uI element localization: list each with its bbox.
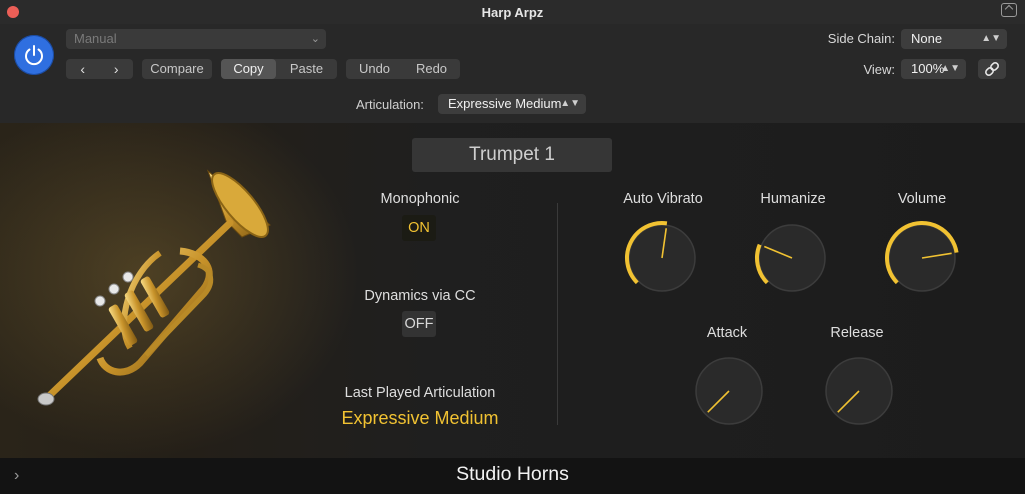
articulation-select[interactable]: Expressive Medium ▲▼ [438, 94, 586, 114]
window-title: Harp Arpz [481, 5, 544, 20]
articulation-value: Expressive Medium [448, 96, 562, 111]
dynamics-toggle[interactable]: OFF [402, 311, 436, 337]
undo-redo-group: Undo Redo [346, 59, 460, 79]
compare-button[interactable]: Compare [142, 59, 212, 79]
trumpet-icon [37, 169, 271, 406]
attack-knob[interactable] [691, 353, 767, 429]
paste-button[interactable]: Paste [276, 59, 337, 79]
view-label: View: [863, 62, 895, 77]
monophonic-label: Monophonic [380, 191, 460, 207]
monophonic-toggle[interactable]: ON [402, 215, 436, 241]
side-chain-select[interactable]: None ▲▼ [901, 29, 1007, 49]
updown-chevron-icon: ▲▼ [940, 63, 960, 74]
plugin-name: Studio Horns [456, 463, 569, 485]
attack-label: Attack [706, 325, 748, 341]
chevron-down-icon: ⌄ [310, 33, 320, 45]
updown-chevron-icon: ▲▼ [981, 33, 1001, 44]
redo-button[interactable]: Redo [403, 59, 460, 79]
humanize-knob[interactable] [754, 220, 830, 296]
humanize-label: Humanize [760, 191, 826, 207]
volume-knob[interactable] [884, 220, 960, 296]
last-articulation-label: Last Played Articulation [344, 385, 496, 401]
side-chain-value: None [911, 31, 943, 46]
articulation-label: Articulation: [356, 97, 424, 112]
power-icon [25, 45, 43, 66]
preset-nav-group: ‹ › [66, 59, 133, 79]
plugin-footer: › Studio Horns [0, 458, 1025, 494]
plugin-header: Manual ⌄ ‹ › Compare Copy Paste Undo Red… [0, 24, 1025, 123]
auto-vibrato-knob[interactable] [624, 220, 700, 296]
divider [557, 203, 558, 425]
dynamics-label: Dynamics via CC [364, 288, 476, 304]
release-label: Release [830, 325, 884, 341]
copy-paste-group: Copy Paste [221, 59, 337, 79]
plugin-window: Harp Arpz Manual ⌄ ‹ › Compare Copy Past… [0, 0, 1025, 494]
expand-icon[interactable] [1001, 3, 1017, 17]
view-select[interactable]: 100% ▲▼ [901, 59, 966, 79]
copy-button[interactable]: Copy [221, 59, 276, 79]
power-button[interactable] [14, 35, 54, 75]
last-articulation-value: Expressive Medium [341, 408, 499, 428]
side-chain-label: Side Chain: [827, 31, 895, 46]
link-button[interactable] [978, 59, 1006, 79]
compare-group: Compare [142, 59, 212, 79]
link-icon [985, 62, 999, 76]
release-knob[interactable] [821, 353, 897, 429]
previous-preset-button[interactable]: ‹ [66, 59, 100, 79]
updown-chevron-icon: ▲▼ [560, 98, 580, 109]
preset-label: Manual [74, 31, 117, 46]
instrument-name: Trumpet 1 [412, 138, 612, 172]
auto-vibrato-label: Auto Vibrato [623, 191, 703, 207]
title-bar: Harp Arpz [0, 0, 1025, 24]
instrument-panel: Trumpet 1 Monophonic ON Dynamics via CC … [0, 123, 1025, 458]
volume-label: Volume [897, 191, 947, 207]
undo-button[interactable]: Undo [346, 59, 403, 79]
preset-menu[interactable]: Manual ⌄ [66, 29, 326, 49]
next-preset-button[interactable]: › [100, 59, 134, 79]
